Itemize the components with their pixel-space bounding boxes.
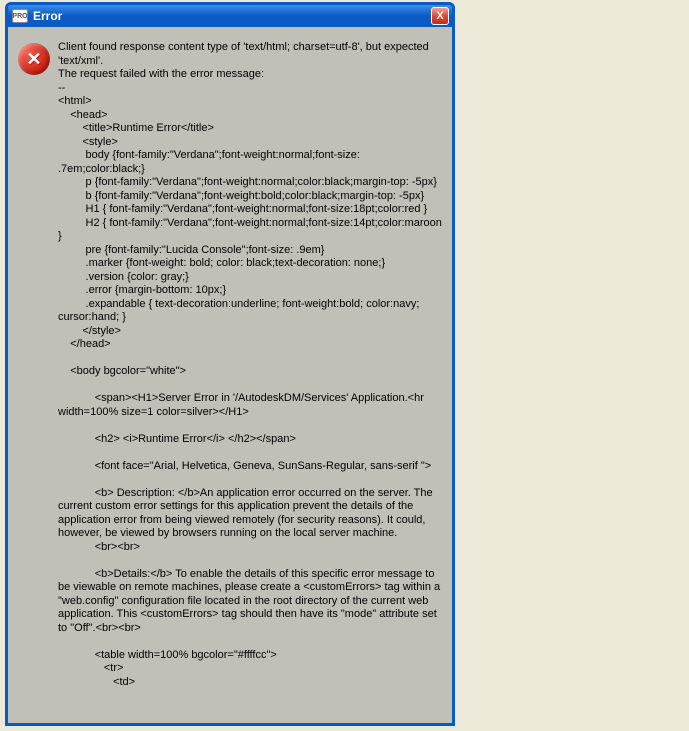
error-x-glyph: ✕ [26, 49, 41, 70]
dialog-content: ✕ Client found response content type of … [8, 27, 452, 723]
error-dialog: PRO Error X ✕ Client found response cont… [5, 2, 455, 726]
close-icon: X [436, 10, 443, 22]
window-title: Error [33, 9, 62, 23]
close-button[interactable]: X [431, 7, 449, 25]
error-message-text: Client found response content type of 't… [58, 41, 442, 723]
titlebar-left: PRO Error [12, 9, 62, 23]
error-icon: ✕ [18, 43, 50, 75]
titlebar: PRO Error X [8, 5, 452, 27]
app-icon: PRO [12, 9, 28, 23]
